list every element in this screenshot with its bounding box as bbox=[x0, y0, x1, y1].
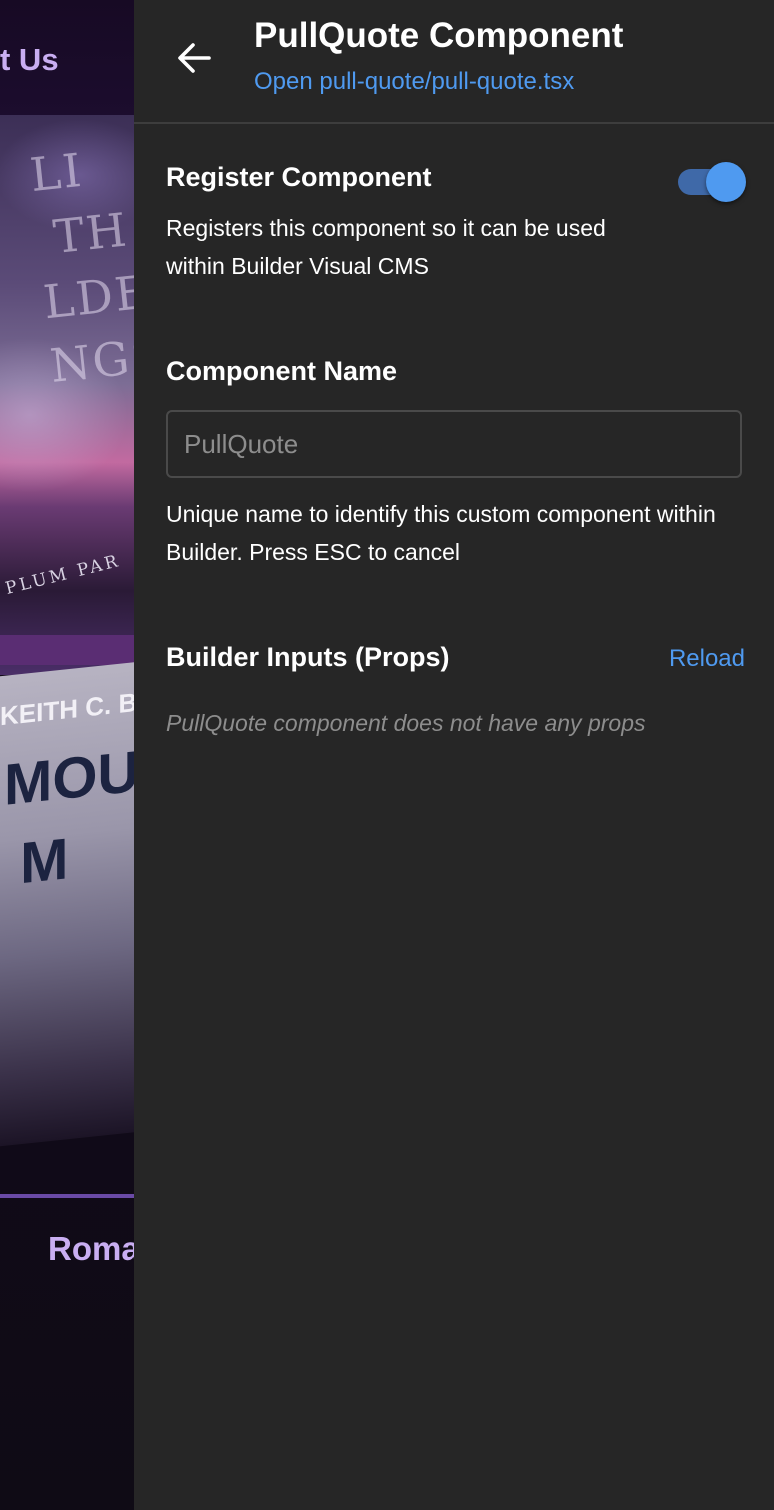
component-name-label: Component Name bbox=[166, 356, 398, 386]
component-name-input[interactable] bbox=[166, 410, 742, 478]
book-cover-band bbox=[0, 635, 134, 665]
nav-link-about-us[interactable]: t Us bbox=[0, 42, 59, 78]
register-component-toggle[interactable] bbox=[676, 160, 748, 204]
panel-header: PullQuote Component Open pull-quote/pull… bbox=[134, 0, 774, 124]
book-cover[interactable]: LI TH LDED NGS PLUM PAR bbox=[0, 115, 134, 675]
builder-inputs-label: Builder Inputs (Props) bbox=[166, 642, 450, 672]
book-cover-publisher: PLUM PAR bbox=[3, 551, 123, 599]
section-heading: Roma bbox=[48, 1230, 134, 1267]
book-carousel: LI TH LDED NGS PLUM PAR KEITH C. BI MOU … bbox=[0, 115, 134, 1155]
open-file-link[interactable]: Open pull-quote/pull-quote.tsx bbox=[254, 68, 574, 96]
book-cover-author: KEITH C. BI bbox=[0, 686, 134, 732]
component-settings-panel: PullQuote Component Open pull-quote/pull… bbox=[134, 0, 774, 1510]
toggle-thumb bbox=[706, 162, 746, 202]
component-name-help: Unique name to identify this custom comp… bbox=[166, 501, 716, 565]
arrow-left-icon bbox=[178, 43, 211, 73]
reload-button[interactable]: Reload bbox=[669, 645, 745, 673]
empty-props-message: PullQuote component does not have any pr… bbox=[166, 710, 646, 736]
register-component-description: Registers this component so it can be us… bbox=[166, 215, 606, 279]
register-component-label: Register Component bbox=[166, 162, 432, 192]
book-cover-title: MOU M bbox=[4, 738, 134, 897]
book-cover-title: LI TH LDED NGS bbox=[27, 142, 134, 393]
book-cover[interactable]: KEITH C. BI MOU M bbox=[0, 659, 134, 1151]
section-divider bbox=[0, 1194, 134, 1198]
background-page: t Us LI TH LDED NGS PLUM PAR KEITH C. BI… bbox=[0, 0, 134, 1510]
page-title: PullQuote Component bbox=[254, 16, 624, 55]
back-button[interactable] bbox=[170, 34, 218, 82]
